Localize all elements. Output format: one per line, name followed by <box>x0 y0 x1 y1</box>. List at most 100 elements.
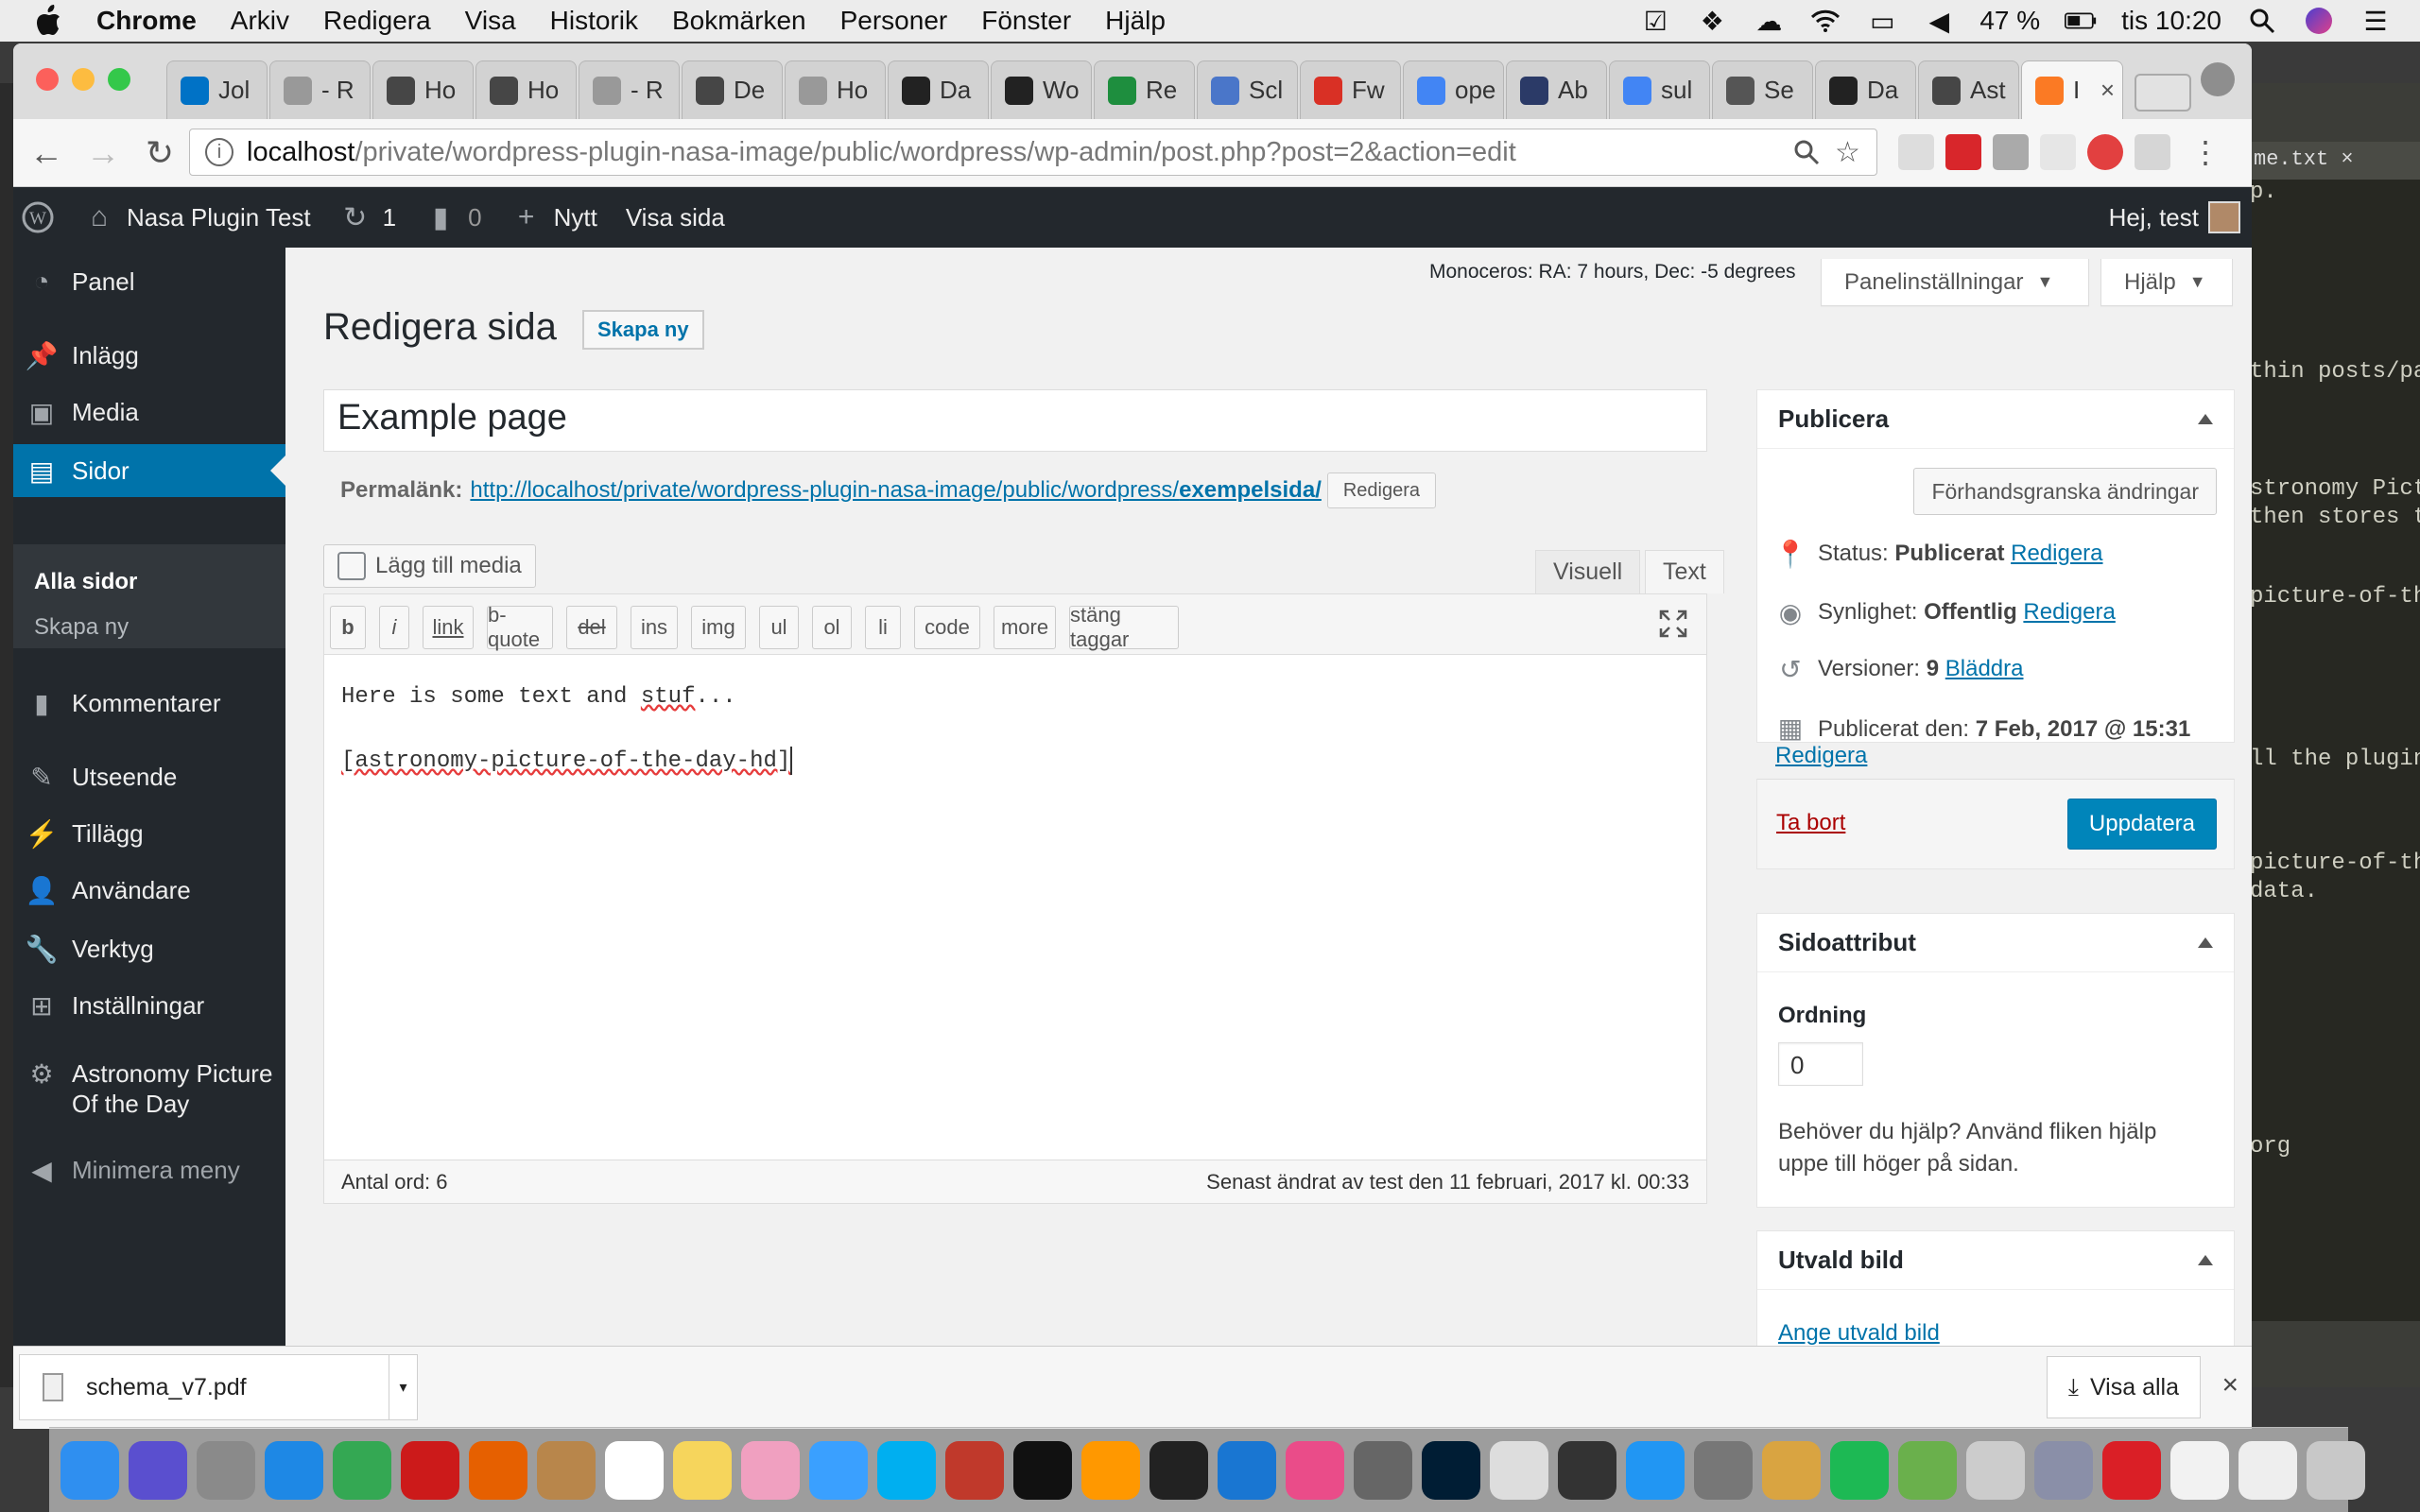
quicktag-li[interactable]: li <box>865 606 901 649</box>
browser-tab[interactable]: Fw <box>1300 60 1401 119</box>
react-devtools-icon[interactable] <box>2040 134 2076 170</box>
opera-icon[interactable] <box>401 1440 459 1500</box>
quicktag-ol[interactable]: ol <box>812 606 852 649</box>
toggle-arrow-icon[interactable] <box>2198 414 2213 424</box>
messages-icon[interactable] <box>809 1440 868 1500</box>
notification-center-icon[interactable]: ☰ <box>2360 7 2392 36</box>
quicktag-img[interactable]: img <box>691 606 746 649</box>
new-tab-button[interactable] <box>2135 74 2191 112</box>
preview-changes-button[interactable]: Förhandsgranska ändringar <box>1913 468 2217 515</box>
show-all-downloads-button[interactable]: ⤓ Visa alla <box>2046 1356 2201 1418</box>
content-textarea[interactable]: Here is some text and stuf... [astronomy… <box>341 681 793 778</box>
browser-tab[interactable]: Wo <box>991 60 1092 119</box>
chrome-menu-icon[interactable]: ⋮ <box>2187 134 2223 170</box>
menu-arkiv[interactable]: Arkiv <box>231 6 289 36</box>
browser-tab[interactable]: - R <box>579 60 680 119</box>
admin-bar-view-page[interactable]: Visa sida <box>626 203 725 232</box>
permalink-edit-button[interactable]: Redigera <box>1326 472 1437 508</box>
download-menu-caret-icon[interactable]: ▾ <box>389 1355 417 1419</box>
checkbox-status-icon[interactable]: ☑ <box>1639 7 1671 36</box>
quicktag-b-quote[interactable]: b-quote <box>487 603 553 651</box>
browser-tab[interactable]: Jol <box>166 60 268 119</box>
volume-icon[interactable]: ◀ <box>1923 7 1955 36</box>
sidebar-item-inl-gg[interactable]: 📌 Inlägg <box>13 329 285 382</box>
spotlight-search-icon[interactable] <box>2246 7 2278 35</box>
sequel-pro-icon[interactable] <box>1762 1440 1821 1500</box>
menu-historik[interactable]: Historik <box>550 6 638 36</box>
quicktag-stäng-taggar[interactable]: stäng taggar <box>1069 603 1179 651</box>
smiley-icon[interactable] <box>1490 1440 1548 1500</box>
menu-fonster[interactable]: Fönster <box>981 6 1071 36</box>
admin-bar-updates[interactable]: ↻ 1 <box>339 201 396 233</box>
finder-icon[interactable] <box>60 1440 119 1500</box>
screen-options-tab[interactable]: Panelinställningar ▼ <box>1821 259 2089 306</box>
creative-cloud-icon[interactable]: ☁ <box>1753 7 1785 36</box>
sidebar-item-verktyg[interactable]: 🔧 Verktyg <box>13 922 285 975</box>
browser-tab[interactable]: sul <box>1609 60 1710 119</box>
cors-extension-icon[interactable] <box>1945 134 1981 170</box>
chrome-icon[interactable] <box>333 1440 391 1500</box>
sidebar-item-anv-ndare[interactable]: 👤 Användare <box>13 864 285 917</box>
zoom-icon[interactable] <box>1793 139 1822 167</box>
itunes-icon[interactable] <box>1286 1440 1344 1500</box>
browser-tab[interactable]: - R <box>269 60 371 119</box>
fullscreen-icon[interactable] <box>1659 610 1689 640</box>
wifi-icon[interactable] <box>1809 7 1841 35</box>
webstorm-icon[interactable] <box>1013 1440 1072 1500</box>
editor-tab[interactable]: me.txt × <box>2250 142 2420 180</box>
site-info-icon[interactable]: i <box>205 138 233 166</box>
apple-icon[interactable] <box>34 4 68 38</box>
quicktag-ins[interactable]: ins <box>631 606 678 649</box>
submenu-add-new[interactable]: Skapa ny <box>34 614 129 641</box>
firefox-icon[interactable] <box>469 1440 527 1500</box>
set-featured-image-link[interactable]: Ange utvald bild <box>1778 1320 1940 1347</box>
app-store-icon[interactable] <box>1626 1440 1685 1500</box>
trash-link[interactable]: Ta bort <box>1776 810 1845 836</box>
sidebar-item-media[interactable]: ▣ Media <box>13 386 285 438</box>
launchpad-icon[interactable] <box>197 1440 255 1500</box>
browser-tab[interactable]: I × <box>2021 60 2123 119</box>
close-window-button[interactable] <box>36 68 59 91</box>
sidebar-item-panel[interactable]: ◔ Panel <box>13 255 285 308</box>
settings-cog-icon[interactable] <box>2034 1440 2093 1500</box>
final-cut-icon[interactable] <box>1558 1440 1616 1500</box>
back-icon[interactable]: ← <box>23 129 70 177</box>
siri-icon[interactable] <box>2303 7 2335 35</box>
calendar-icon[interactable] <box>605 1440 664 1500</box>
tower-icon[interactable] <box>1898 1440 1957 1500</box>
battery-icon[interactable] <box>2065 7 2097 35</box>
zoom-window-button[interactable] <box>108 68 130 91</box>
sidebar-item-kommentarer[interactable]: ▮ Kommentarer <box>13 677 285 730</box>
browser-tab[interactable]: Da <box>888 60 989 119</box>
extension-icon[interactable] <box>1993 134 2029 170</box>
menu-app-name[interactable]: Chrome <box>96 6 197 36</box>
documents-stack-icon[interactable] <box>2238 1440 2297 1500</box>
terminal-icon[interactable] <box>1150 1440 1208 1500</box>
preview-icon[interactable] <box>1966 1440 2025 1500</box>
admin-bar-new[interactable]: + Nytt <box>510 201 597 233</box>
close-download-bar-icon[interactable]: × <box>2221 1369 2238 1401</box>
submenu-all-pages[interactable]: Alla sidor <box>34 569 137 595</box>
sidebar-item-apod[interactable]: ⚙ Astronomy Picture Of the Day <box>13 1053 285 1125</box>
dropbox-icon[interactable]: ❖ <box>1696 7 1728 36</box>
trash-icon[interactable] <box>2307 1440 2365 1500</box>
browser-tab[interactable]: Ast <box>1918 60 2019 119</box>
update-button[interactable]: Uppdatera <box>2066 799 2217 850</box>
admin-bar-account[interactable]: Hej, test <box>2109 201 2240 233</box>
dropbox-extension-icon[interactable] <box>2135 134 2170 170</box>
browser-tab[interactable]: Ho <box>475 60 577 119</box>
featured-image-header[interactable]: Utvald bild <box>1757 1231 2234 1290</box>
toggle-arrow-icon[interactable] <box>2198 1255 2213 1265</box>
clock[interactable]: tis 10:20 <box>2121 6 2221 36</box>
add-new-button[interactable]: Skapa ny <box>582 310 704 350</box>
menu-personer[interactable]: Personer <box>840 6 948 36</box>
publish-box-header[interactable]: Publicera <box>1757 390 2234 449</box>
quicktag-i[interactable]: i <box>379 606 409 649</box>
admin-bar-site[interactable]: ⌂ Nasa Plugin Test <box>83 201 311 233</box>
help-tab[interactable]: Hjälp ▼ <box>2100 259 2233 306</box>
quicktag-link[interactable]: link <box>423 606 474 649</box>
close-tab-icon[interactable]: × <box>2100 76 2115 105</box>
adblock-icon[interactable] <box>2087 134 2123 170</box>
browser-tab[interactable]: Ho <box>785 60 886 119</box>
browser-tab[interactable]: Da <box>1815 60 1916 119</box>
